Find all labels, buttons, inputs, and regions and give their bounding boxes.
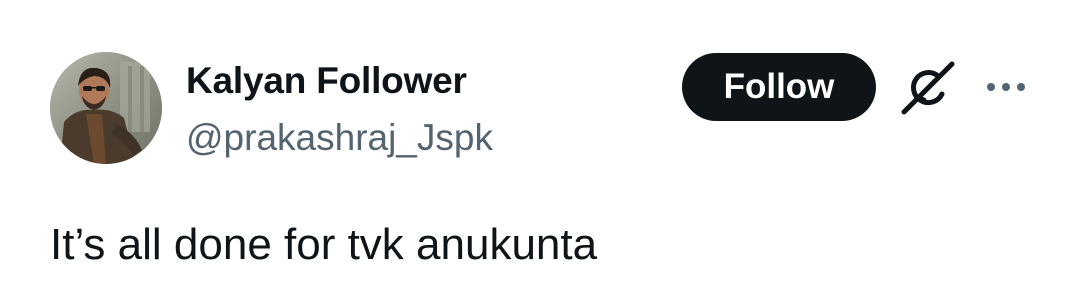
- author-display-name[interactable]: Kalyan Follower: [186, 58, 467, 104]
- avatar[interactable]: [50, 52, 162, 164]
- avatar-photo: [50, 52, 162, 164]
- author-handle[interactable]: @prakashraj_Jspk: [186, 115, 493, 161]
- follow-button[interactable]: Follow: [682, 53, 876, 121]
- more-dots-icon[interactable]: [982, 72, 1030, 102]
- tweet-card: Kalyan Follower @prakashraj_Jspk Follow …: [0, 0, 1080, 308]
- tweet-text: It’s all done for tvk anukunta: [50, 220, 598, 269]
- grok-slash-icon[interactable]: [898, 60, 958, 116]
